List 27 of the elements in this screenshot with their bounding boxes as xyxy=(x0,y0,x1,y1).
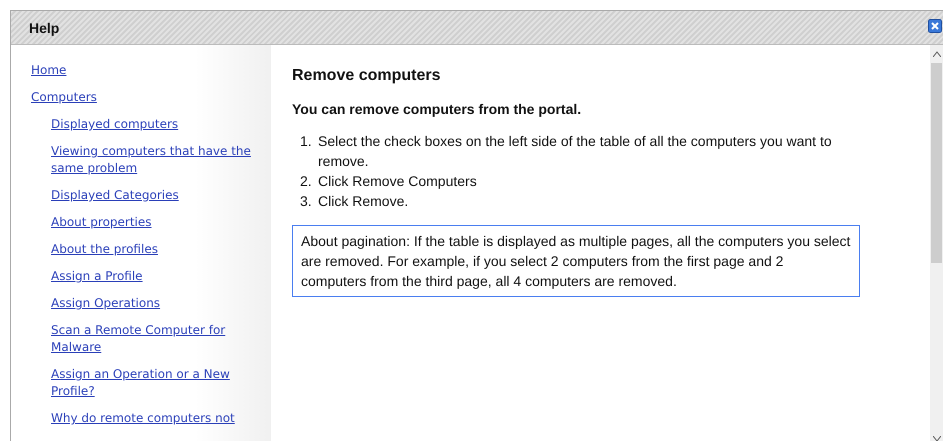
step-number: 1. xyxy=(300,132,313,151)
help-link[interactable]: Assign an Operation or a New Profile? xyxy=(51,366,256,400)
help-link[interactable]: About properties xyxy=(51,214,256,231)
help-link[interactable]: Assign a Profile xyxy=(51,268,256,285)
intro-text: You can remove computers from the portal. xyxy=(292,101,582,117)
help-link[interactable]: Assign Operations xyxy=(51,295,256,312)
help-link[interactable]: Computers xyxy=(31,89,251,106)
help-link[interactable]: Viewing computers that have the same problem xyxy=(51,143,256,177)
scroll-up-icon[interactable] xyxy=(932,51,940,57)
help-link[interactable]: Scan a Remote Computer for Malware xyxy=(51,322,256,356)
help-link[interactable]: Displayed Categories xyxy=(51,187,256,204)
window-title: Help xyxy=(29,20,60,36)
step-text: Select the check boxes on the left side of the table of all the computers you want to remove. xyxy=(318,132,833,171)
step-number: 2. xyxy=(300,172,313,191)
step-text: Click Remove. xyxy=(318,192,410,211)
scroll-thumb[interactable] xyxy=(931,63,942,263)
help-link[interactable]: Why do remote computers not xyxy=(51,410,256,427)
help-link[interactable]: About the profiles xyxy=(51,241,256,258)
help-link[interactable]: Displayed computers xyxy=(51,116,256,133)
step-number: 3. xyxy=(300,192,313,211)
step-text: Click Remove Computers xyxy=(318,172,478,191)
close-icon[interactable] xyxy=(928,19,942,33)
scrollbar[interactable] xyxy=(930,45,943,441)
help-link[interactable]: Home xyxy=(31,62,251,79)
scroll-down-icon[interactable] xyxy=(932,436,940,441)
page-heading: Remove computers xyxy=(292,67,442,85)
note-text: About pagination: If the table is displayed as multiple pages, all the computers you select are removed. For example, if you select 2 computers from the first page and 2 computers from the third page, all 4 computers are removed. xyxy=(292,225,860,297)
